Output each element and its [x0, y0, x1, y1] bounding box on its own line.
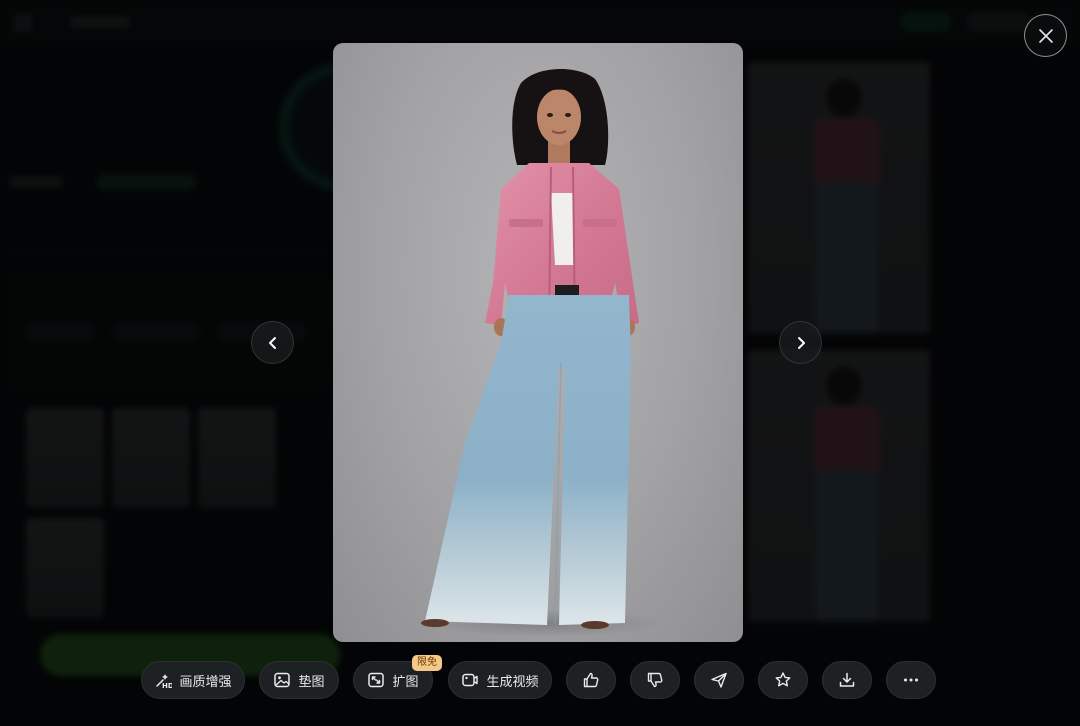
thumbs-down-icon: [646, 671, 664, 689]
reference-image-label: 垫图: [298, 674, 325, 690]
expand-icon: [367, 671, 385, 689]
like-button[interactable]: [566, 661, 616, 699]
close-button[interactable]: [1024, 14, 1067, 57]
download-button[interactable]: [822, 661, 872, 699]
star-icon: [774, 671, 792, 689]
next-image-button[interactable]: [779, 321, 822, 364]
chevron-left-icon: [268, 336, 276, 349]
reference-image-button[interactable]: 垫图: [259, 661, 339, 699]
hd-enhance-icon: HD: [154, 671, 172, 689]
share-button[interactable]: [694, 661, 744, 699]
previous-image-button[interactable]: [251, 321, 294, 364]
dislike-button[interactable]: [630, 661, 680, 699]
send-icon: [710, 671, 728, 689]
favorite-button[interactable]: [758, 661, 808, 699]
thumbs-up-icon: [582, 671, 600, 689]
model-photo: [421, 68, 663, 637]
free-limited-badge: 限免: [412, 655, 442, 671]
close-icon: [1038, 28, 1053, 43]
video-icon: [461, 671, 479, 689]
enhance-quality-button[interactable]: HD 画质增强: [141, 661, 245, 699]
image-icon: [273, 671, 291, 689]
more-options-button[interactable]: [886, 661, 936, 699]
preview-image: [333, 43, 743, 642]
generate-video-label: 生成视频: [486, 674, 539, 690]
more-horizontal-icon: [902, 671, 920, 689]
expand-image-label: 扩图: [392, 674, 419, 690]
screen: HD 画质增强 垫图 扩图 限免 生成视频: [0, 0, 1080, 726]
enhance-quality-label: 画质增强: [179, 674, 232, 690]
chevron-right-icon: [797, 336, 805, 349]
svg-text:HD: HD: [162, 682, 172, 689]
download-icon: [838, 671, 856, 689]
generate-video-button[interactable]: 生成视频: [448, 661, 552, 699]
